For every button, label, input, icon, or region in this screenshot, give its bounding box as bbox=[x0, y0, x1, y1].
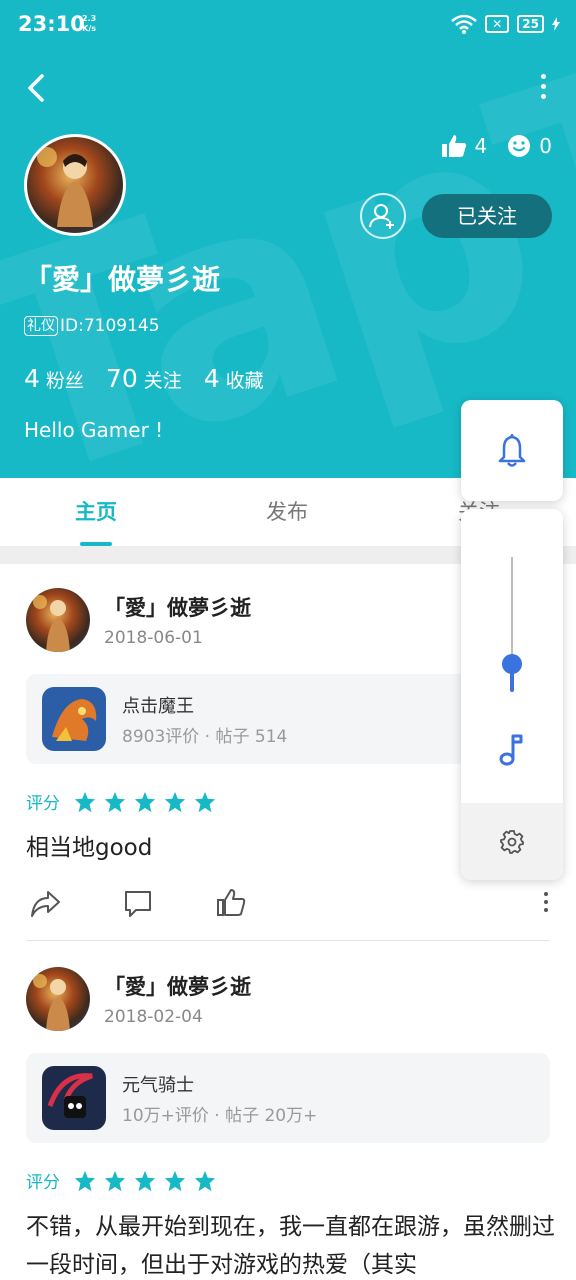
etiquette-badge: 礼仪 bbox=[24, 316, 58, 336]
charging-icon bbox=[552, 17, 560, 31]
comment-icon[interactable] bbox=[121, 886, 155, 920]
star-icon bbox=[134, 1170, 156, 1191]
post-avatar[interactable] bbox=[26, 967, 90, 1031]
volume-settings-button[interactable] bbox=[461, 803, 563, 880]
status-icons: ✕ 25 bbox=[451, 14, 560, 34]
star-icon bbox=[74, 791, 96, 812]
star-icon bbox=[104, 791, 126, 812]
back-icon[interactable] bbox=[20, 70, 56, 106]
profile-id: ID:7109145 bbox=[60, 316, 160, 336]
battery-icon: 25 bbox=[517, 15, 544, 33]
tab-posts[interactable]: 发布 bbox=[266, 496, 308, 526]
game-meta: 10万+评价 · 帖子 20万+ bbox=[122, 1106, 318, 1126]
star-icon bbox=[134, 791, 156, 812]
post-author[interactable]: 「愛」做夢彡逝 bbox=[104, 971, 251, 1001]
game-name: 点击魔王 bbox=[122, 696, 194, 717]
status-time: 23:10 bbox=[18, 12, 85, 36]
smiles[interactable]: 0 bbox=[507, 134, 552, 158]
tab-home[interactable]: 主页 bbox=[75, 496, 117, 526]
stat-fans[interactable]: 4 粉丝 bbox=[24, 364, 84, 393]
like-icon[interactable] bbox=[214, 886, 248, 920]
stat-favorites[interactable]: 4 收藏 bbox=[204, 364, 264, 393]
star-icon bbox=[164, 1170, 186, 1191]
profile-username: 「愛」做夢彡逝 bbox=[24, 263, 221, 296]
stat-label: 收藏 bbox=[225, 370, 264, 392]
star-icon bbox=[104, 1170, 126, 1191]
likes-count: 4 bbox=[474, 134, 488, 158]
stat-number: 70 bbox=[105, 364, 138, 393]
rating-row: 评分 bbox=[26, 1168, 216, 1193]
add-friend-button[interactable] bbox=[360, 193, 406, 239]
profile-stats: 4 粉丝 70 关注 4 收藏 bbox=[24, 364, 264, 393]
post-more-icon[interactable] bbox=[544, 892, 550, 916]
settings-icon bbox=[500, 830, 524, 854]
stat-label: 粉丝 bbox=[45, 370, 84, 392]
post-author[interactable]: 「愛」做夢彡逝 bbox=[104, 592, 251, 622]
smile-icon bbox=[508, 135, 531, 157]
post-avatar[interactable] bbox=[26, 588, 90, 652]
stat-number: 4 bbox=[203, 364, 220, 393]
avatar-art bbox=[33, 595, 70, 652]
no-sim-icon: ✕ bbox=[485, 15, 510, 33]
game-card[interactable]: 元气骑士 10万+评价 · 帖子 20万+ bbox=[26, 1053, 550, 1143]
rating-row: 评分 bbox=[26, 789, 216, 814]
post-text[interactable]: 不错，从最开始到现在，我一直都在跟游，虽然删过一段时间，但出于对游戏的热爱（其实 bbox=[26, 1208, 556, 1280]
share-icon[interactable] bbox=[28, 886, 62, 920]
thumbs-up-icon bbox=[441, 135, 466, 157]
profile-avatar[interactable] bbox=[24, 134, 126, 236]
avatar-art bbox=[33, 974, 70, 1031]
star-icon bbox=[74, 1170, 96, 1191]
post-divider bbox=[26, 940, 550, 941]
stat-following[interactable]: 70 关注 bbox=[106, 364, 182, 393]
profile-bio: Hello Gamer ! bbox=[24, 418, 164, 442]
smiles-count: 0 bbox=[539, 134, 552, 158]
music-note-icon bbox=[499, 734, 523, 766]
volume-panel bbox=[461, 509, 563, 880]
battery-level: 25 bbox=[522, 17, 539, 31]
stat-number: 4 bbox=[24, 364, 40, 393]
star-icon bbox=[194, 791, 216, 812]
post-date: 2018-02-04 bbox=[104, 1007, 203, 1027]
ringer-mode-card[interactable] bbox=[461, 400, 563, 501]
avatar-art bbox=[37, 147, 93, 227]
network-speed: 2.3 K/s bbox=[82, 14, 96, 34]
status-bar: 23:10 2.3 K/s ✕ 25 bbox=[0, 0, 576, 52]
more-icon[interactable] bbox=[538, 74, 548, 104]
volume-slider-thumb[interactable] bbox=[502, 654, 522, 674]
speed-unit: K/s bbox=[82, 24, 97, 33]
star-icon bbox=[194, 1170, 216, 1191]
game-icon bbox=[42, 687, 106, 751]
stat-label: 关注 bbox=[143, 370, 182, 392]
speed-value: 2.3 bbox=[82, 14, 97, 23]
followed-button[interactable]: 已关注 bbox=[422, 194, 552, 238]
game-name: 元气骑士 bbox=[122, 1075, 194, 1096]
likes[interactable]: 4 bbox=[441, 134, 488, 158]
rating-label: 评分 bbox=[26, 794, 60, 814]
star-icon bbox=[164, 791, 186, 812]
game-icon bbox=[42, 1066, 106, 1130]
add-friend-icon bbox=[369, 204, 394, 229]
rating-label: 评分 bbox=[26, 1173, 60, 1193]
profile-id-row: 礼仪 ID:7109145 bbox=[24, 316, 160, 336]
bell-icon[interactable] bbox=[497, 434, 527, 468]
post-actions bbox=[26, 886, 556, 922]
wifi-icon bbox=[451, 14, 478, 34]
game-meta: 8903评价 · 帖子 514 bbox=[122, 727, 288, 747]
profile-reactions: 4 0 bbox=[441, 134, 552, 158]
post-date: 2018-06-01 bbox=[104, 628, 203, 648]
